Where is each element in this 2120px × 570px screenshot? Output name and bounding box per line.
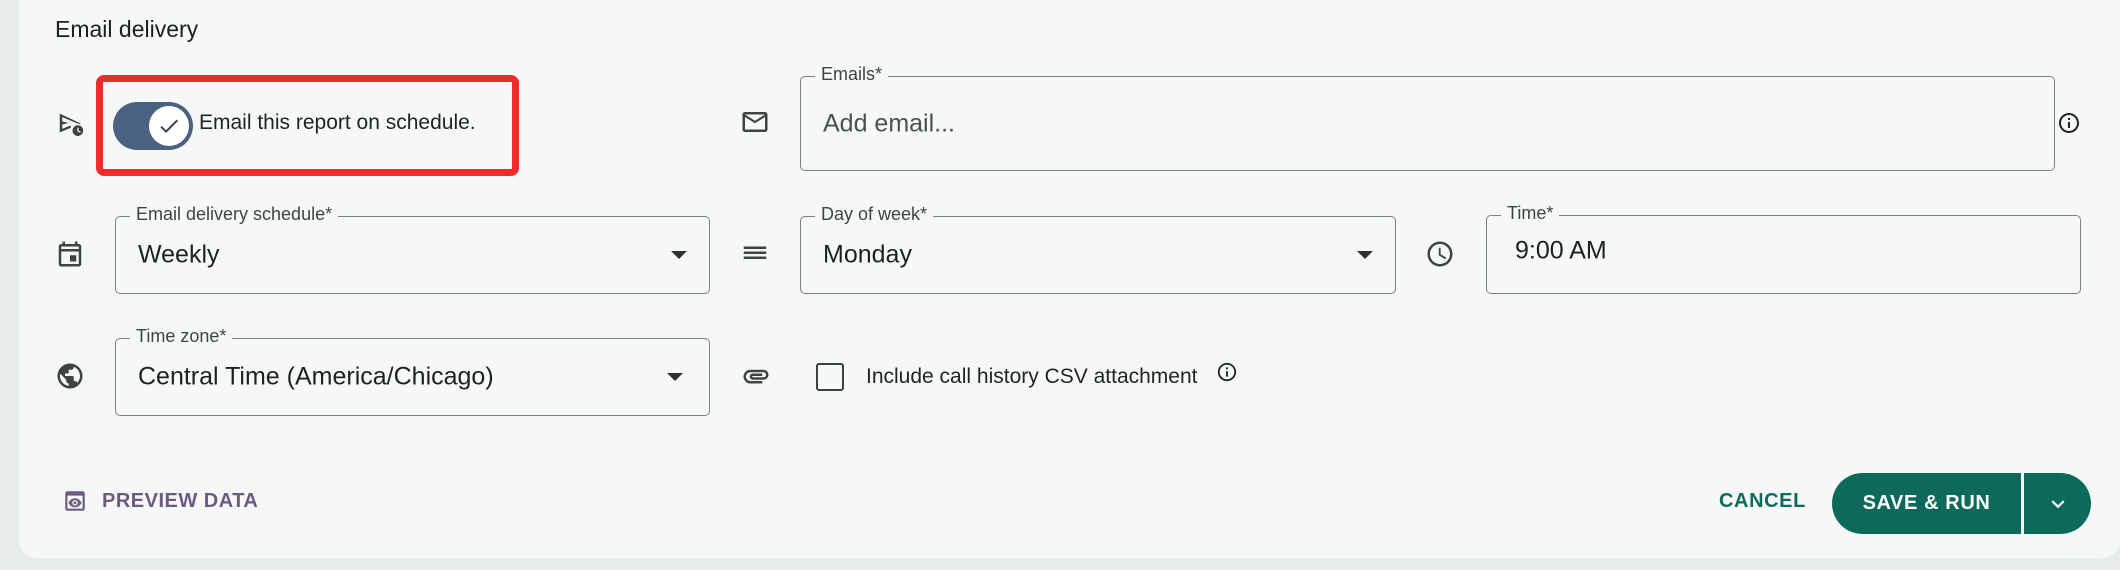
info-icon[interactable] xyxy=(2057,111,2081,140)
paperclip-icon xyxy=(740,360,772,392)
emails-placeholder: Add email... xyxy=(823,109,956,137)
globe-icon xyxy=(54,360,86,392)
schedule-label: Email delivery schedule* xyxy=(130,204,339,225)
preview-icon xyxy=(65,491,85,511)
list-icon xyxy=(739,238,771,270)
time-field[interactable]: Time* 9:00 AM xyxy=(1486,203,2081,294)
highlight-box xyxy=(96,75,519,176)
day-of-week-select[interactable]: Day of week* Monday xyxy=(800,204,1396,294)
time-value: 9:00 AM xyxy=(1515,236,1607,264)
time-label: Time* xyxy=(1501,203,1560,224)
mail-icon xyxy=(739,106,771,138)
cancel-button[interactable]: CANCEL xyxy=(1705,480,1820,522)
save-options-button[interactable] xyxy=(2024,473,2091,534)
dropdown-arrow-icon xyxy=(1357,251,1373,259)
save-and-run-button[interactable]: SAVE & RUN xyxy=(1832,473,2021,534)
calendar-icon xyxy=(54,238,86,270)
day-of-week-value: Monday xyxy=(823,240,912,269)
day-of-week-label: Day of week* xyxy=(815,204,934,225)
preview-data-button[interactable]: PREVIEW DATA xyxy=(62,486,258,516)
csv-attachment-label: Include call history CSV attachment xyxy=(866,365,1198,388)
dropdown-arrow-icon xyxy=(671,251,687,259)
dropdown-arrow-icon xyxy=(667,373,683,381)
preview-data-label: PREVIEW DATA xyxy=(102,489,259,512)
schedule-value: Weekly xyxy=(138,240,220,269)
schedule-send-icon xyxy=(55,107,87,139)
section-title: Email delivery xyxy=(55,16,199,42)
schedule-select[interactable]: Email delivery schedule* Weekly xyxy=(115,204,710,294)
chevron-down-icon xyxy=(2051,499,2064,508)
csv-attachment-checkbox[interactable] xyxy=(816,363,844,391)
emails-field[interactable]: Emails* Add email... xyxy=(800,64,2055,171)
info-icon[interactable] xyxy=(1216,361,1238,388)
timezone-value: Central Time (America/Chicago) xyxy=(138,362,494,391)
timezone-label: Time zone* xyxy=(130,326,233,347)
emails-label: Emails* xyxy=(815,64,889,85)
timezone-select[interactable]: Time zone* Central Time (America/Chicago… xyxy=(115,326,710,416)
clock-icon xyxy=(1424,238,1456,270)
